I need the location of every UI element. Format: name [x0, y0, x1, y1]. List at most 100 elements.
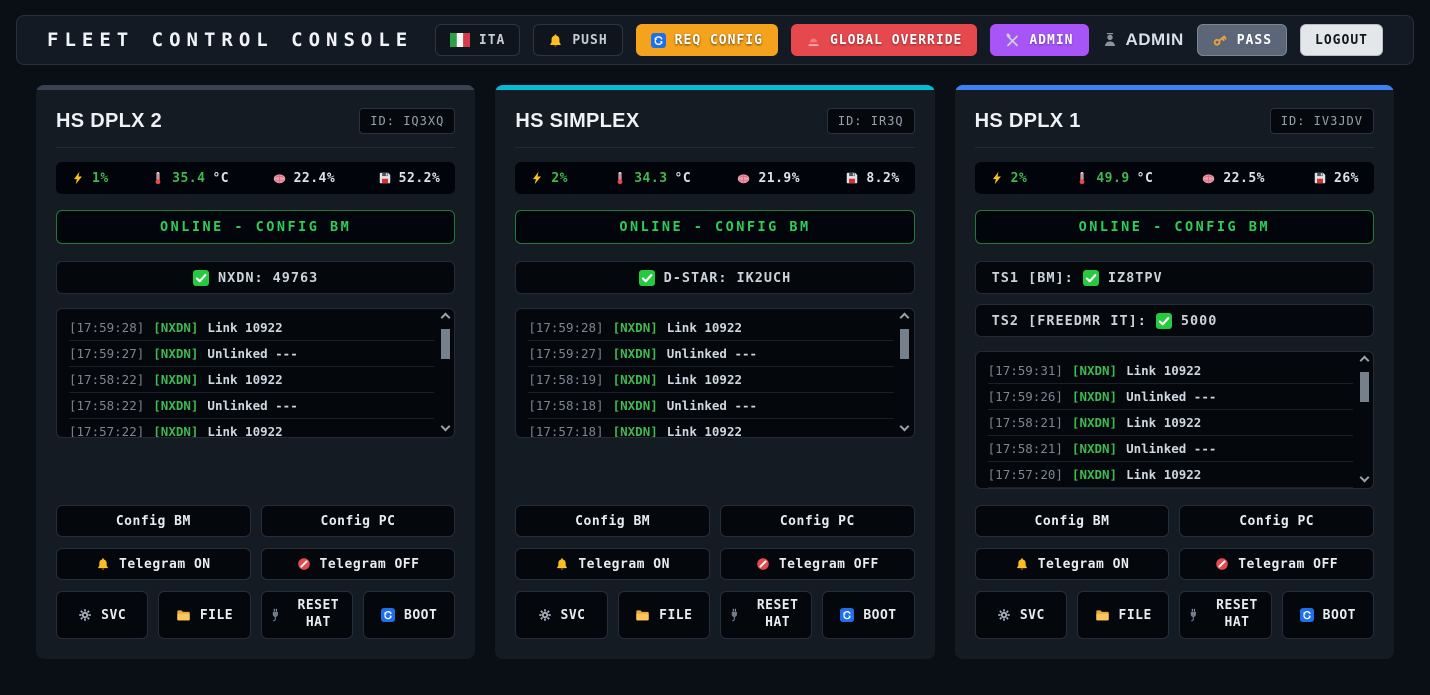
global-override-button[interactable]: GLOBAL OVERRIDE	[791, 24, 977, 56]
device-id-badge: ID: IQ3XQ	[359, 108, 455, 134]
admin-button[interactable]: ADMIN	[990, 24, 1088, 56]
log-message: Link 10922	[207, 424, 282, 438]
stats-bar: 2% 34.3°C 21.9% 8.2%	[515, 162, 914, 194]
log-message: Unlinked ---	[1126, 389, 1216, 404]
boot-button[interactable]: BOOT	[822, 591, 914, 639]
italy-flag-icon	[450, 33, 470, 47]
disk-stat: 52.2%	[378, 171, 441, 186]
log-row: [17:58:22][NXDN]Link 10922	[69, 367, 434, 393]
req-config-button[interactable]: REQ CONFIG	[636, 24, 778, 56]
file-button[interactable]: FILE	[618, 591, 710, 639]
temperature-stat: 34.3°C	[613, 171, 691, 186]
telegram-off-button[interactable]: Telegram OFF	[1179, 548, 1374, 580]
config-bm-button[interactable]: Config BM	[975, 505, 1170, 537]
log-row: [17:58:18][NXDN]Unlinked ---	[528, 393, 893, 419]
mode-value: IK2UCH	[737, 270, 792, 286]
thermometer-icon	[613, 171, 627, 185]
config-bm-button[interactable]: Config BM	[515, 505, 710, 537]
log-scrollbar[interactable]	[439, 312, 451, 434]
scrollbar-thumb[interactable]	[1360, 372, 1369, 402]
siren-icon	[806, 33, 821, 48]
folder-icon	[635, 608, 650, 623]
log-time: [17:59:26]	[988, 389, 1063, 404]
log-time: [17:59:28]	[528, 320, 603, 335]
scroll-up-icon[interactable]	[1359, 356, 1369, 366]
mode-label: TS1 [BM]:	[992, 270, 1074, 286]
logout-button[interactable]: LOGOUT	[1300, 24, 1383, 56]
disk-stat: 26%	[1313, 171, 1359, 186]
scroll-down-icon[interactable]	[1359, 473, 1369, 483]
svc-button[interactable]: SVC	[975, 591, 1067, 639]
reset-hat-button[interactable]: RESET HAT	[720, 591, 812, 639]
divider	[56, 147, 455, 148]
plug-icon	[727, 608, 741, 622]
plug-icon	[1186, 608, 1200, 622]
telegram-on-button[interactable]: Telegram ON	[56, 548, 251, 580]
telegram-on-button[interactable]: Telegram ON	[975, 548, 1170, 580]
log-row: [17:58:21][NXDN]Link 10922	[988, 410, 1353, 436]
status-banner: ONLINE - CONFIG BM	[515, 210, 914, 244]
push-button-label: PUSH	[572, 33, 607, 48]
scrollbar-thumb[interactable]	[900, 329, 909, 359]
boot-button[interactable]: BOOT	[1282, 591, 1374, 639]
log-panel: [17:59:28][NXDN]Link 10922 [17:59:27][NX…	[56, 308, 455, 438]
mode-row-nxdn: NXDN: 49763	[56, 261, 455, 294]
key-icon	[1212, 32, 1228, 48]
gear-icon	[78, 608, 92, 622]
telegram-off-button[interactable]: Telegram OFF	[720, 548, 915, 580]
log-tag: [NXDN]	[153, 424, 198, 438]
log-time: [17:57:20]	[988, 467, 1063, 482]
log-message: Link 10922	[1126, 467, 1201, 482]
log-scrollbar[interactable]	[899, 312, 911, 434]
check-icon	[193, 270, 209, 286]
log-time: [17:59:27]	[69, 346, 144, 361]
config-pc-button[interactable]: Config PC	[720, 505, 915, 537]
no-entry-icon	[1215, 557, 1229, 571]
svc-button[interactable]: SVC	[515, 591, 607, 639]
push-button[interactable]: PUSH	[533, 24, 622, 56]
boot-button[interactable]: BOOT	[363, 591, 455, 639]
scroll-down-icon[interactable]	[440, 422, 450, 432]
telegram-off-button[interactable]: Telegram OFF	[261, 548, 456, 580]
card-hs-simplex: HS SIMPLEX ID: IR3Q 2% 34.3°C 21.9% 8.2%…	[495, 85, 934, 659]
no-entry-icon	[756, 557, 770, 571]
global-override-button-label: GLOBAL OVERRIDE	[830, 33, 962, 48]
log-message: Link 10922	[1126, 415, 1201, 430]
reset-hat-button[interactable]: RESET HAT	[261, 591, 353, 639]
log-time: [17:57:22]	[69, 424, 144, 438]
log-tag: [NXDN]	[613, 424, 658, 438]
log-message: Unlinked ---	[207, 398, 297, 413]
log-tag: [NXDN]	[1072, 467, 1117, 482]
log-tag: [NXDN]	[1072, 363, 1117, 378]
telegram-on-button[interactable]: Telegram ON	[515, 548, 710, 580]
bell-icon	[555, 557, 569, 571]
file-button[interactable]: FILE	[158, 591, 250, 639]
scroll-up-icon[interactable]	[900, 313, 910, 323]
log-time: [17:57:18]	[528, 424, 603, 438]
user-icon	[1102, 32, 1118, 48]
power-stat: 2%	[990, 171, 1028, 186]
file-button[interactable]: FILE	[1077, 591, 1169, 639]
log-row: [17:57:18][NXDN]Link 10922	[528, 419, 893, 438]
memory-stat: 21.9%	[736, 171, 800, 186]
floppy-icon	[1313, 171, 1327, 185]
scroll-up-icon[interactable]	[440, 313, 450, 323]
device-id-badge: ID: IV3JDV	[1270, 108, 1374, 134]
svc-button[interactable]: SVC	[56, 591, 148, 639]
scroll-down-icon[interactable]	[900, 422, 910, 432]
config-pc-button[interactable]: Config PC	[1179, 505, 1374, 537]
language-button[interactable]: ITA	[435, 24, 520, 56]
config-pc-button[interactable]: Config PC	[261, 505, 456, 537]
log-time: [17:58:18]	[528, 398, 603, 413]
power-stat: 2%	[530, 171, 568, 186]
scrollbar-thumb[interactable]	[441, 329, 450, 359]
log-tag: [NXDN]	[613, 372, 658, 387]
mode-value: 5000	[1181, 313, 1218, 329]
refresh-icon	[651, 33, 666, 48]
gear-icon	[538, 608, 552, 622]
reset-hat-button[interactable]: RESET HAT	[1179, 591, 1271, 639]
config-bm-button[interactable]: Config BM	[56, 505, 251, 537]
log-scrollbar[interactable]	[1358, 355, 1370, 485]
log-message: Unlinked ---	[1126, 441, 1216, 456]
pass-button[interactable]: PASS	[1197, 24, 1287, 56]
